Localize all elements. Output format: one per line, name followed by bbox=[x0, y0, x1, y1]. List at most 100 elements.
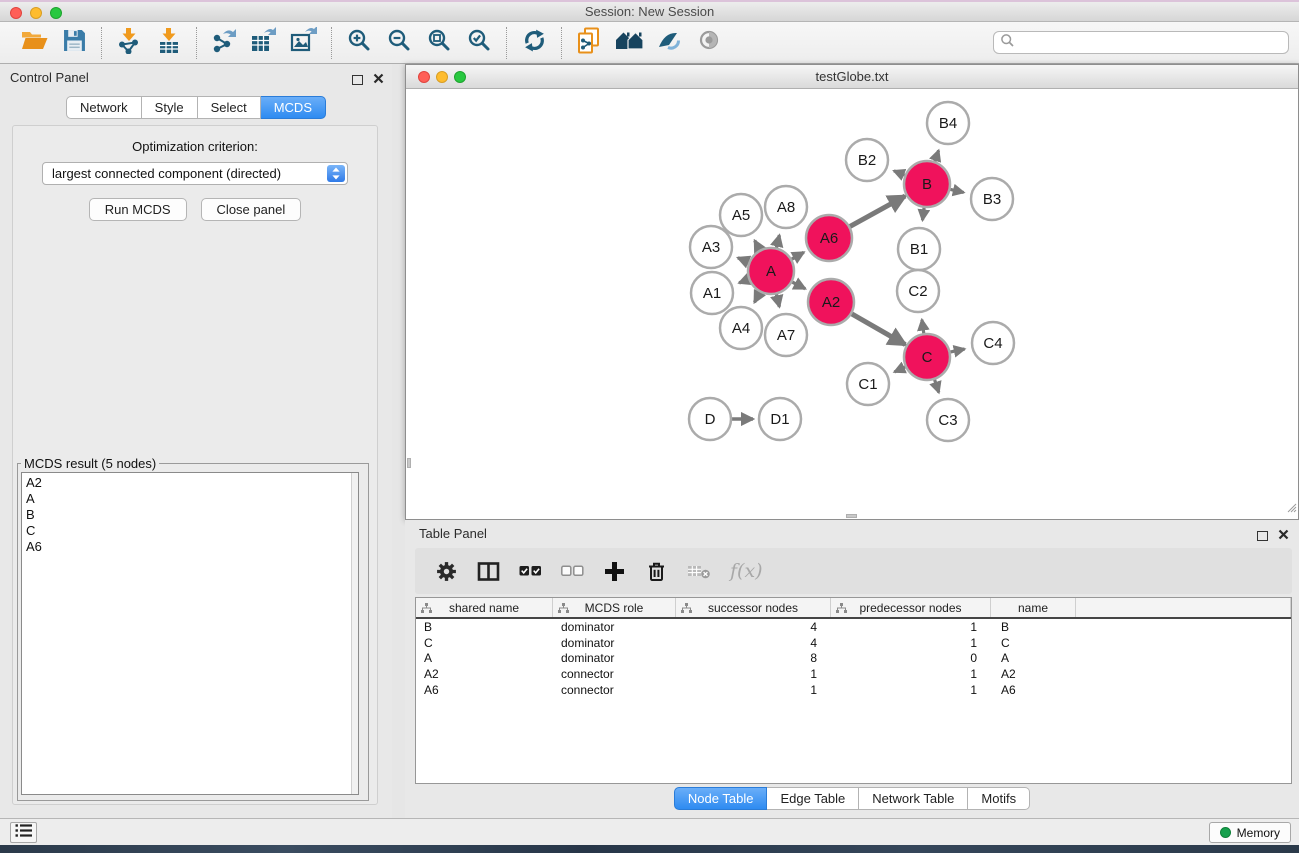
graph-edge-A-A6[interactable] bbox=[791, 252, 804, 259]
graph-edge-A-A2[interactable] bbox=[791, 282, 805, 289]
graph-edge-A-A1[interactable] bbox=[739, 279, 749, 283]
graph-node-A3[interactable]: A3 bbox=[690, 226, 732, 268]
table-row[interactable]: A2 connector 1 1 A2 bbox=[416, 666, 1291, 682]
graph-node-D[interactable]: D bbox=[689, 398, 731, 440]
cell-predecessor-nodes[interactable]: 1 bbox=[831, 636, 991, 650]
result-item[interactable]: A6 bbox=[22, 539, 358, 555]
graph-node-A6[interactable]: A6 bbox=[806, 215, 852, 261]
delete-table-button[interactable] bbox=[687, 563, 711, 580]
table-row[interactable]: C dominator 4 1 C bbox=[416, 635, 1291, 651]
graph-edge-C-C4[interactable] bbox=[950, 349, 965, 352]
import-network-button[interactable] bbox=[109, 25, 149, 61]
graph-edge-A-A5[interactable] bbox=[755, 241, 760, 251]
tab-network-table[interactable]: Network Table bbox=[859, 787, 968, 810]
graph-node-B1[interactable]: B1 bbox=[898, 228, 940, 270]
result-item[interactable]: A bbox=[22, 491, 358, 507]
graph-edge-A6-B[interactable] bbox=[849, 196, 905, 227]
mcds-result-list[interactable]: A2 A B C A6 bbox=[21, 472, 359, 795]
export-image-button[interactable] bbox=[284, 25, 324, 61]
graph-node-B2[interactable]: B2 bbox=[846, 139, 888, 181]
cell-shared-name[interactable]: B bbox=[416, 620, 553, 634]
cell-predecessor-nodes[interactable]: 0 bbox=[831, 651, 991, 665]
graph-edge-A-A7[interactable] bbox=[776, 293, 779, 306]
function-builder-button[interactable]: f(x) bbox=[730, 560, 763, 582]
close-table-panel-icon[interactable] bbox=[1278, 527, 1289, 545]
float-panel-icon[interactable] bbox=[352, 75, 363, 85]
tab-select[interactable]: Select bbox=[198, 96, 261, 119]
zoom-out-button[interactable] bbox=[379, 25, 419, 61]
session-home-button[interactable] bbox=[609, 25, 649, 61]
zoom-selected-button[interactable] bbox=[459, 25, 499, 61]
graph-node-B3[interactable]: B3 bbox=[971, 178, 1013, 220]
cell-predecessor-nodes[interactable]: 1 bbox=[831, 667, 991, 681]
zoom-in-button[interactable] bbox=[339, 25, 379, 61]
graph-node-A[interactable]: A bbox=[748, 248, 794, 294]
table-row[interactable]: B dominator 4 1 B bbox=[416, 619, 1291, 635]
delete-column-button[interactable] bbox=[645, 560, 668, 583]
graph-node-C4[interactable]: C4 bbox=[972, 322, 1014, 364]
graph-node-A4[interactable]: A4 bbox=[720, 307, 762, 349]
run-mcds-button[interactable]: Run MCDS bbox=[89, 198, 187, 221]
table-row[interactable]: A dominator 8 0 A bbox=[416, 651, 1291, 667]
table-row[interactable]: A6 connector 1 1 A6 bbox=[416, 682, 1291, 698]
zoom-fit-button[interactable] bbox=[419, 25, 459, 61]
cell-mcds-role[interactable]: connector bbox=[553, 667, 676, 681]
graph-node-A8[interactable]: A8 bbox=[765, 186, 807, 228]
cell-name[interactable]: C bbox=[991, 636, 1076, 650]
cell-successor-nodes[interactable]: 4 bbox=[676, 620, 831, 634]
column-header-successor-nodes[interactable]: successor nodes bbox=[676, 598, 831, 617]
result-item[interactable]: B bbox=[22, 507, 358, 523]
cell-name[interactable]: B bbox=[991, 620, 1076, 634]
close-panel-button[interactable]: Close panel bbox=[201, 198, 302, 221]
show-columns-button[interactable] bbox=[477, 561, 500, 582]
cell-successor-nodes[interactable]: 4 bbox=[676, 636, 831, 650]
graph-node-A2[interactable]: A2 bbox=[808, 279, 854, 325]
graph-edge-C-C3[interactable] bbox=[934, 379, 939, 393]
column-header-name[interactable]: name bbox=[991, 598, 1076, 617]
graph-node-C[interactable]: C bbox=[904, 334, 950, 380]
export-network-button[interactable] bbox=[204, 25, 244, 61]
network-vscroll-thumb[interactable] bbox=[407, 458, 411, 468]
duplicate-network-button[interactable] bbox=[569, 25, 609, 61]
graph-edge-A-A3[interactable] bbox=[738, 258, 750, 263]
graph-edge-B-B1[interactable] bbox=[923, 207, 925, 220]
graph-node-D1[interactable]: D1 bbox=[759, 398, 801, 440]
refresh-layout-button[interactable] bbox=[514, 25, 554, 61]
cell-successor-nodes[interactable]: 1 bbox=[676, 683, 831, 697]
show-hide-button[interactable] bbox=[689, 25, 729, 61]
cell-mcds-role[interactable]: connector bbox=[553, 683, 676, 697]
graph-node-A1[interactable]: A1 bbox=[691, 272, 733, 314]
graph-edge-C-C1[interactable] bbox=[894, 367, 906, 372]
cell-predecessor-nodes[interactable]: 1 bbox=[831, 620, 991, 634]
tab-mcds[interactable]: MCDS bbox=[261, 96, 326, 119]
cell-mcds-role[interactable]: dominator bbox=[553, 636, 676, 650]
task-history-button[interactable] bbox=[10, 822, 37, 843]
tab-edge-table[interactable]: Edge Table bbox=[767, 787, 859, 810]
float-table-panel-icon[interactable] bbox=[1257, 531, 1268, 541]
save-session-button[interactable] bbox=[54, 25, 94, 61]
memory-button[interactable]: Memory bbox=[1209, 822, 1291, 843]
network-window-titlebar[interactable]: testGlobe.txt bbox=[406, 65, 1298, 89]
graph-edge-B-B3[interactable] bbox=[949, 189, 963, 192]
cell-mcds-role[interactable]: dominator bbox=[553, 651, 676, 665]
result-item[interactable]: C bbox=[22, 523, 358, 539]
graph-edge-B-B4[interactable] bbox=[935, 150, 939, 162]
deselect-all-button[interactable] bbox=[561, 561, 584, 581]
tab-network[interactable]: Network bbox=[66, 96, 142, 119]
cell-mcds-role[interactable]: dominator bbox=[553, 620, 676, 634]
search-input[interactable] bbox=[1015, 36, 1288, 50]
cell-name[interactable]: A2 bbox=[991, 667, 1076, 681]
cell-shared-name[interactable]: A2 bbox=[416, 667, 553, 681]
cell-shared-name[interactable]: A6 bbox=[416, 683, 553, 697]
graph-edge-B-B2[interactable] bbox=[894, 171, 906, 176]
column-header-predecessor-nodes[interactable]: predecessor nodes bbox=[831, 598, 991, 617]
import-table-button[interactable] bbox=[149, 25, 189, 61]
open-session-button[interactable] bbox=[14, 25, 54, 61]
graph-node-C3[interactable]: C3 bbox=[927, 399, 969, 441]
cell-successor-nodes[interactable]: 8 bbox=[676, 651, 831, 665]
graph-node-B[interactable]: B bbox=[904, 161, 950, 207]
add-column-button[interactable] bbox=[603, 560, 626, 583]
cell-name[interactable]: A6 bbox=[991, 683, 1076, 697]
graph-node-B4[interactable]: B4 bbox=[927, 102, 969, 144]
graphics-details-button[interactable] bbox=[649, 25, 689, 61]
